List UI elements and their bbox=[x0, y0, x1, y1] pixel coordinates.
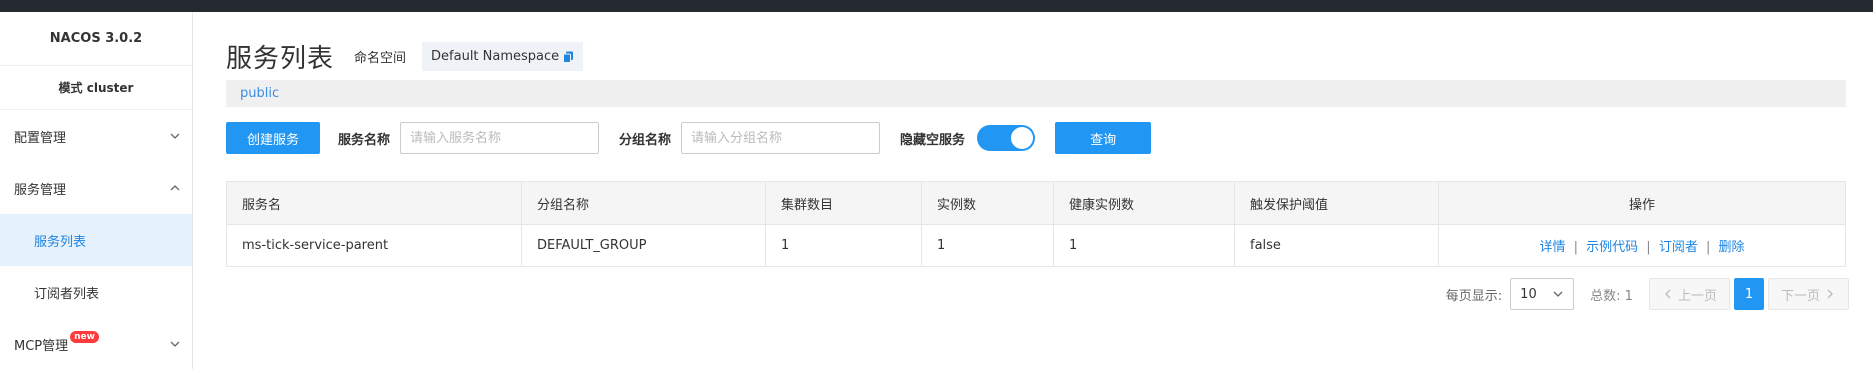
cell-instance-count: 1 bbox=[921, 224, 1054, 267]
sidebar-item-config-management[interactable]: 配置管理 bbox=[0, 110, 192, 162]
page-size-value: 10 bbox=[1520, 286, 1537, 302]
table-header-row: 服务名 分组名称 集群数目 实例数 健康实例数 触发保护阈值 操作 bbox=[226, 181, 1846, 225]
query-button[interactable]: 查询 bbox=[1055, 122, 1152, 154]
next-page-label: 下一页 bbox=[1780, 288, 1820, 304]
column-header-instance-count: 实例数 bbox=[921, 181, 1054, 225]
cell-service-name: ms-tick-service-parent bbox=[226, 224, 522, 267]
chevron-down-icon bbox=[170, 341, 180, 347]
action-separator: | bbox=[1573, 240, 1578, 255]
column-header-actions: 操作 bbox=[1438, 181, 1846, 225]
top-bar bbox=[0, 0, 1873, 12]
sidebar-item-mcp-management[interactable]: MCP管理 new bbox=[0, 318, 192, 370]
cell-group-name: DEFAULT_GROUP bbox=[521, 224, 766, 267]
namespace-value: Default Namespace bbox=[431, 49, 560, 64]
chevron-down-icon bbox=[1553, 291, 1563, 297]
page-title: 服务列表 bbox=[226, 44, 335, 74]
toggle-knob bbox=[1011, 127, 1034, 149]
namespace-chip[interactable]: Default Namespace bbox=[422, 42, 584, 71]
namespace-label: 命名空间 bbox=[354, 51, 407, 66]
service-table: 服务名 分组名称 集群数目 实例数 健康实例数 触发保护阈值 操作 ms-tic… bbox=[226, 181, 1846, 267]
subscribers-link[interactable]: 订阅者 bbox=[1659, 240, 1698, 255]
page-size-label: 每页显示: bbox=[1445, 288, 1503, 304]
page-number-current[interactable]: 1 bbox=[1733, 278, 1764, 310]
sidebar-item-label: MCP管理 bbox=[14, 338, 69, 354]
next-page-button[interactable]: 下一页 bbox=[1767, 278, 1849, 310]
column-header-protect-threshold: 触发保护阈值 bbox=[1234, 181, 1439, 225]
new-badge: new bbox=[70, 331, 99, 343]
sidebar: NACOS 3.0.2 模式 cluster 配置管理 服务管理 服务列表 订阅… bbox=[0, 12, 193, 369]
total-count: 总数: 1 bbox=[1590, 288, 1633, 304]
sidebar-item-service-management[interactable]: 服务管理 bbox=[0, 162, 192, 214]
sidebar-item-label: 服务管理 bbox=[14, 182, 67, 198]
chevron-left-icon bbox=[1665, 289, 1671, 299]
prev-page-label: 上一页 bbox=[1677, 288, 1717, 304]
action-separator: | bbox=[1646, 240, 1651, 255]
cell-actions: 详情 | 示例代码 | 订阅者 | 删除 bbox=[1438, 224, 1846, 267]
namespace-link-public[interactable]: public bbox=[240, 86, 279, 101]
sidebar-item-label: 服务列表 bbox=[34, 234, 87, 250]
cell-protect-threshold: false bbox=[1234, 224, 1439, 267]
details-link[interactable]: 详情 bbox=[1539, 240, 1565, 255]
hide-empty-label: 隐藏空服务 bbox=[900, 132, 966, 148]
filter-bar: 创建服务 服务名称 分组名称 隐藏空服务 查询 bbox=[226, 122, 1152, 154]
chevron-down-icon bbox=[170, 133, 180, 139]
column-header-healthy-instances: 健康实例数 bbox=[1053, 181, 1235, 225]
chevron-right-icon bbox=[1827, 289, 1833, 299]
sidebar-item-label: 订阅者列表 bbox=[34, 286, 100, 302]
group-name-input[interactable] bbox=[681, 122, 881, 154]
sidebar-item-label: 配置管理 bbox=[14, 130, 67, 146]
sidebar-item-subscriber-list[interactable]: 订阅者列表 bbox=[0, 266, 192, 318]
group-name-label: 分组名称 bbox=[619, 132, 672, 148]
sample-code-link[interactable]: 示例代码 bbox=[1586, 240, 1638, 255]
namespace-tabs: public bbox=[226, 80, 1846, 107]
sidebar-item-service-list[interactable]: 服务列表 bbox=[0, 214, 192, 266]
pagination: 每页显示: 10 总数: 1 上一页 1 下一页 bbox=[1446, 278, 1849, 310]
service-name-label: 服务名称 bbox=[338, 132, 391, 148]
action-separator: | bbox=[1705, 240, 1711, 255]
copy-icon[interactable] bbox=[563, 51, 574, 63]
column-header-group-name: 分组名称 bbox=[521, 181, 766, 225]
chevron-up-icon bbox=[170, 185, 180, 191]
hide-empty-toggle[interactable] bbox=[977, 125, 1036, 151]
page-header: 服务列表 命名空间 Default Namespace bbox=[226, 38, 584, 75]
cell-healthy-instances: 1 bbox=[1053, 224, 1235, 267]
service-name-input[interactable] bbox=[400, 122, 600, 154]
table-row: ms-tick-service-parent DEFAULT_GROUP 1 1… bbox=[226, 224, 1846, 267]
create-service-button[interactable]: 创建服务 bbox=[226, 122, 321, 154]
prev-page-button[interactable]: 上一页 bbox=[1648, 278, 1730, 310]
column-header-cluster-count: 集群数目 bbox=[765, 181, 922, 225]
page-size-select[interactable]: 10 bbox=[1510, 278, 1575, 310]
mode-label: 模式 cluster bbox=[0, 66, 192, 110]
column-header-service-name: 服务名 bbox=[226, 181, 522, 225]
delete-link[interactable]: 删除 bbox=[1719, 240, 1745, 255]
main-content: 服务列表 命名空间 Default Namespace public 创建服务 … bbox=[193, 12, 1873, 369]
cell-cluster-count: 1 bbox=[765, 224, 922, 267]
app-title: NACOS 3.0.2 bbox=[0, 12, 192, 66]
